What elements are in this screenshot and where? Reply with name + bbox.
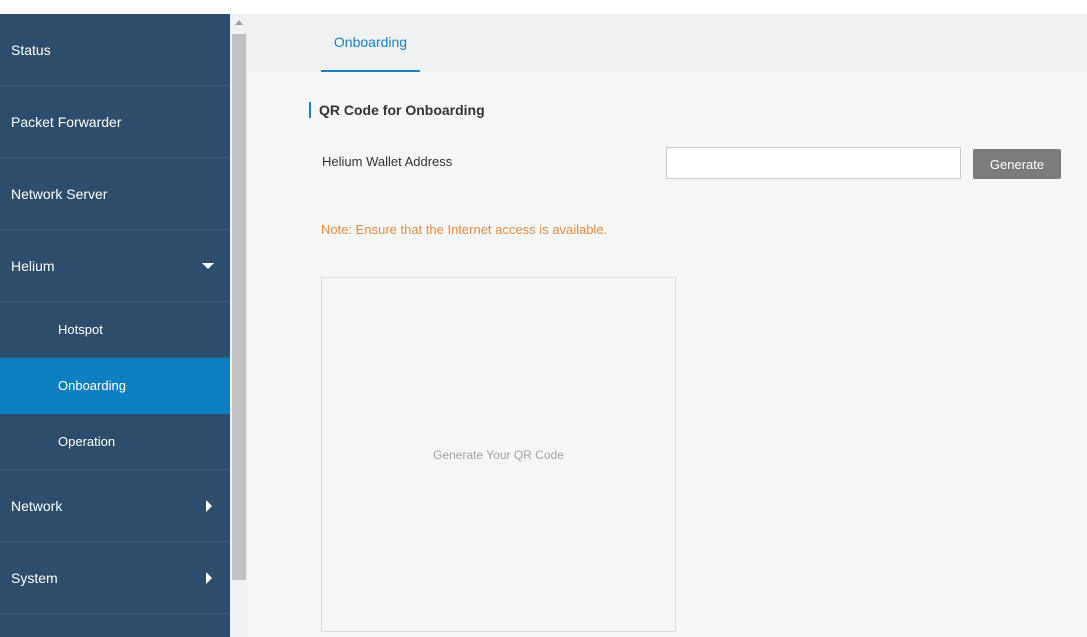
- chevron-down-icon: [202, 262, 214, 269]
- scroll-up-arrow-icon[interactable]: [235, 20, 243, 25]
- qr-placeholder-text: Generate Your QR Code: [433, 447, 564, 462]
- sidebar-item-network[interactable]: Network: [0, 470, 230, 542]
- qr-code-area: Generate Your QR Code: [321, 277, 676, 632]
- sidebar-item-label: Hotspot: [58, 322, 103, 337]
- sidebar-item-label: Status: [11, 41, 51, 58]
- sidebar-item-network-server[interactable]: Network Server: [0, 158, 230, 230]
- sidebar-item-status[interactable]: Status: [0, 14, 230, 86]
- wallet-address-input[interactable]: [666, 147, 961, 179]
- sidebar-item-onboarding[interactable]: Onboarding: [0, 358, 230, 414]
- tab-bar: Onboarding: [248, 14, 1087, 72]
- sidebar-item-operation[interactable]: Operation: [0, 414, 230, 470]
- generate-button[interactable]: Generate: [973, 149, 1061, 179]
- sidebar-item-label: Operation: [58, 434, 116, 449]
- main-content: Onboarding QR Code for Onboarding Helium…: [248, 14, 1087, 637]
- sidebar-item-label: Packet Forwarder: [11, 113, 122, 130]
- tab-onboarding[interactable]: Onboarding: [321, 14, 420, 72]
- wallet-address-label: Helium Wallet Address: [322, 154, 453, 169]
- sidebar-item-label: Network: [11, 497, 63, 514]
- sidebar-item-helium[interactable]: Helium: [0, 230, 230, 302]
- chevron-right-icon: [206, 499, 212, 512]
- internet-note: Note: Ensure that the Internet access is…: [321, 222, 608, 237]
- section-title: QR Code for Onboarding: [309, 102, 485, 118]
- sidebar-item-label: System: [11, 569, 58, 586]
- sidebar-item-system[interactable]: System: [0, 542, 230, 614]
- sidebar-item-label: Helium: [11, 257, 55, 274]
- chevron-right-icon: [206, 571, 212, 584]
- sidebar-item-packet-forwarder[interactable]: Packet Forwarder: [0, 86, 230, 158]
- sidebar-item-label: Onboarding: [58, 378, 126, 393]
- sidebar: Status Packet Forwarder Network Server H…: [0, 14, 230, 637]
- scrollbar-thumb[interactable]: [232, 34, 246, 580]
- sidebar-item-label: Network Server: [11, 185, 108, 202]
- sidebar-scrollbar[interactable]: [230, 14, 248, 637]
- sidebar-item-hotspot[interactable]: Hotspot: [0, 302, 230, 358]
